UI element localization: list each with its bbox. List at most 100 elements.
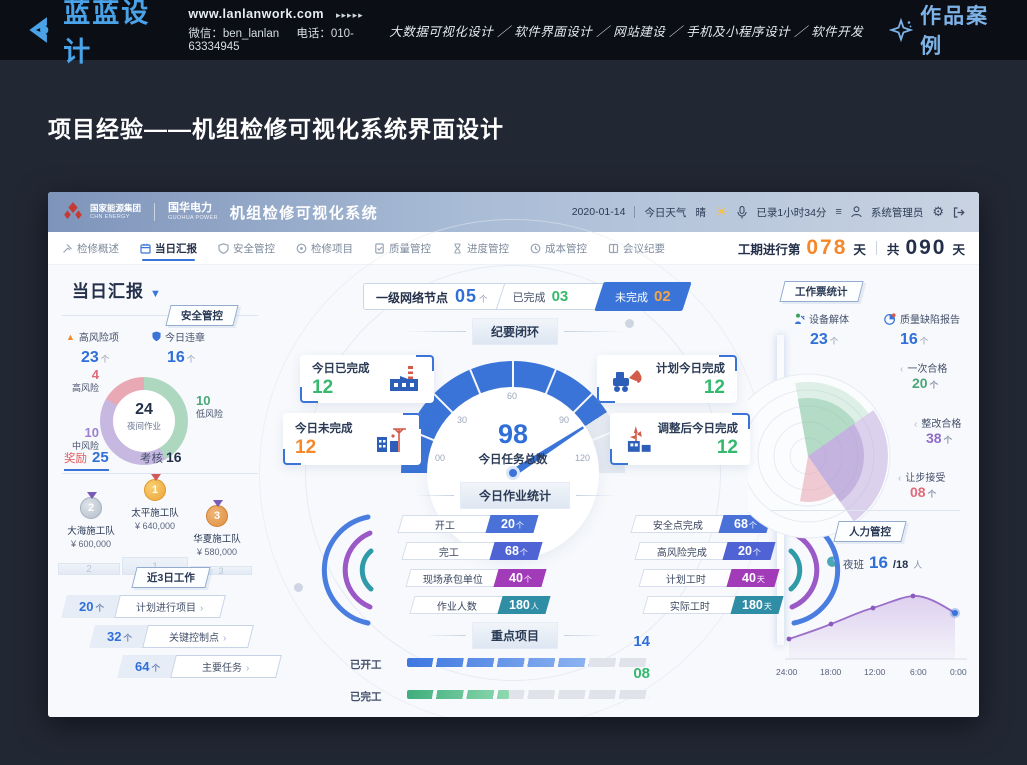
weather-value: 晴 [695,205,706,220]
quality-rectified-value: 38个 [926,430,952,446]
clipboard-check-icon [374,243,385,254]
x-axis-label: 12:00 [864,667,885,677]
quality-rectified-label: ‹整改合格 [914,415,961,430]
period-prefix: 工期进行第 [738,239,801,258]
user-icon[interactable] [851,206,862,218]
donut-label-mid: 10 中风险 [72,425,99,451]
card-undone-today: 今日未完成12 [283,413,421,465]
manpower-line-chart [783,577,969,665]
quality-first-pass-value: 20个 [912,375,938,391]
org2-name: 国华电力 GUOHUA POWER [168,203,218,222]
work-stat-row: 开工 20个 [400,515,536,533]
site-logo: 蓝蓝设计 [22,0,170,69]
record-list-icon[interactable]: ≡ [835,206,841,218]
gauge-label: 今日任务总数 [401,451,625,467]
warning-icon: ▲ [66,332,75,342]
period-total-days: 090 [905,236,946,260]
manpower-tag: 人力管控 [833,521,906,542]
kp-finished-label: 已完工 [350,689,382,704]
tab-daily-report[interactable]: 当日汇报 [140,232,197,264]
dashboard-body: 当日汇报▼ 安全管控 ▲高风险项 23个 今日违章 16个 24 夜间作业 4 … [48,265,979,717]
tab-safety[interactable]: 安全管控 [218,232,275,264]
org1-name: 国家能源集团 CHN ENERGY [90,204,141,220]
quality-first-pass-label: ‹一次合格 [900,360,947,375]
portfolio-label: 作品案例 [920,0,1005,60]
kp-started-value: 14 [590,633,650,650]
work-stat-row: 现场承包单位 40个 [408,569,544,587]
deco-arcs-left [318,511,376,629]
recent-item-key-control-points[interactable]: 32个 关键控制点› [92,625,251,648]
website-link[interactable]: www.lanlanwork.com [188,7,324,21]
network-undone-segment[interactable]: 未完成02 [595,282,692,311]
logo-text: 蓝蓝设计 [63,0,170,69]
quality-concession-value: 08个 [910,484,936,500]
reward-tab[interactable]: 奖励25 [64,449,109,471]
work-stat-row: 计划工时 40天 [641,569,777,587]
team-rank-2: 2 大海施工队 ¥ 600,000 [56,497,126,549]
daily-report-dropdown[interactable]: 当日汇报▼ [72,277,162,302]
gear-icon[interactable]: ⚙ [932,204,944,220]
microphone-icon[interactable] [737,206,747,219]
record-duration: 已录1小时34分 [756,205,826,220]
services-list: 大数据可视化设计 ／ 软件界面设计 ／ 网站建设 ／ 手机及小程序设计 ／ 软件… [389,21,863,40]
night-shift-stat: 夜班 16 /18 人 [826,553,922,573]
chn-energy-logo-icon [62,201,84,223]
wechat-label: 微信：ben_lanlan [188,28,279,40]
network-total-segment[interactable]: 一级网络节点 05 个 [364,286,500,307]
pie-report-icon [884,313,896,325]
x-axis-label: 18:00 [820,667,841,677]
donut-label-low: 10 低风险 [196,393,223,419]
wind-turbine-icon [622,423,658,455]
portfolio-button[interactable]: 作品案例 [889,0,1005,60]
site-header: 蓝蓝设计 www.lanlanwork.com ▸▸▸▸▸ 微信：ben_lan… [0,0,1027,60]
tab-overview[interactable]: 检修概述 [62,232,119,264]
system-title: 机组检修可视化系统 [230,202,379,223]
work-ticket-tag: 工作票统计 [779,281,863,302]
network-nodes-bar: 一级网络节点 05 个 已完成 03 未完成02 [363,283,683,310]
worker-wrench-icon [794,313,805,325]
arrows-icon: ▸▸▸▸▸ [336,10,364,20]
sun-icon: ☀ [715,203,728,221]
excavator-icon [609,364,645,394]
team-rank-3: 3 华夏施工队 ¥ 580,000 [182,505,252,557]
chevron-right-icon: › [246,663,249,674]
recent-item-planned-projects[interactable]: 20个 计划进行项目› [64,595,223,618]
target-icon [296,243,307,254]
work-stat-row: 实际工时 180天 [645,596,781,614]
task-gauge: 00 30 60 90 120 98 今日任务总数 [401,361,625,473]
high-risk-stat: ▲高风险项 23个 [66,329,152,367]
recent-work-tag: 近3日工作 [131,567,210,588]
calendar-icon [140,243,151,254]
recent-item-main-tasks[interactable]: 64个 主要任务› [120,655,279,678]
work-stats-title: 今日作业统计 [415,482,615,509]
factory-icon [388,364,422,394]
deco-dot [294,583,303,592]
defect-report-stat: 质量缺陷报告 16个 [884,311,960,349]
tab-projects[interactable]: 检修项目 [296,232,353,264]
gauge-value: 98 [401,419,625,450]
assessment-tab[interactable]: 考核16 [140,449,182,466]
sparkle-star-icon [889,17,913,43]
lanlan-logo-icon [22,12,55,48]
network-done-segment[interactable]: 已完成 03 [501,288,581,305]
gauge-pivot [506,466,520,480]
kp-started-label: 已开工 [350,657,382,672]
kp-finished-bar [407,690,650,699]
chevron-right-icon: › [223,633,226,644]
team-rank-1: 1 太平施工队 ¥ 640,000 [120,479,190,531]
dismantle-stat: 设备解体 23个 [794,311,849,349]
x-axis-label: 24:00 [776,667,797,677]
contact-block: www.lanlanwork.com ▸▸▸▸▸ 微信：ben_lanlan 电… [188,7,389,53]
logout-icon[interactable] [953,207,965,218]
bronze-medal-icon: 3 [206,505,228,527]
work-stat-row: 作业人数 180人 [412,596,548,614]
key-projects-title: 重点项目 [425,622,605,649]
safety-control-tag: 安全管控 [165,305,238,326]
card-done-today: 今日已完成12 [300,355,434,403]
dashboard-screenshot: 国家能源集团 CHN ENERGY 国华电力 GUOHUA POWER 机组检修… [48,192,979,717]
org-logos: 国家能源集团 CHN ENERGY 国华电力 GUOHUA POWER [62,201,218,223]
divider [770,510,960,511]
card-adjusted-today: 调整后今日完成12 [610,413,750,465]
gold-medal-icon: 1 [144,479,166,501]
chevron-down-icon: ▼ [150,288,162,300]
